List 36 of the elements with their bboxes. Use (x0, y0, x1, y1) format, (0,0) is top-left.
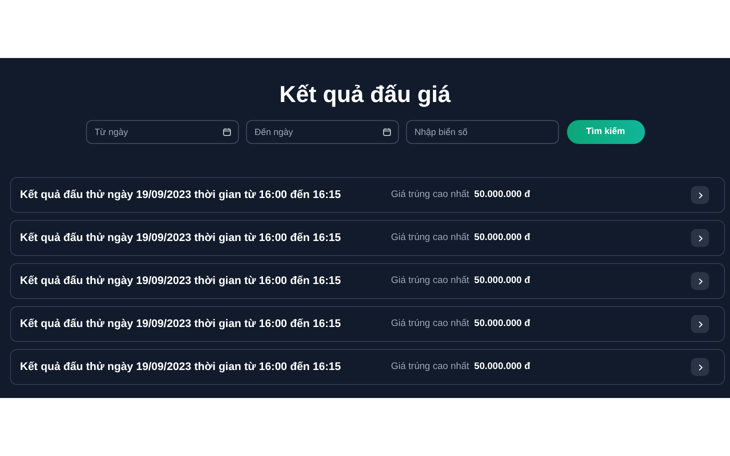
next-button[interactable] (691, 229, 709, 247)
chevron-icon (696, 364, 704, 370)
calendar-icon[interactable] (382, 128, 390, 136)
price-value: 50.000.000 đ (474, 360, 530, 374)
chevron-icon (696, 192, 704, 198)
price-label: Giá trúng cao nhất (391, 188, 470, 202)
price-label: Giá trúng cao nhất (391, 274, 470, 288)
date-field[interactable]: Từ ngày (86, 120, 238, 144)
chevron-icon (696, 320, 704, 328)
next-button[interactable] (691, 358, 709, 376)
result-title: Kết quả đấu thử ngày 19/09/2023 thời gian từ 16:00 đến 16:15 (20, 316, 342, 332)
plate-field[interactable]: Nhập biển số (406, 120, 558, 144)
price-value: 50.000.000 đ (474, 274, 530, 288)
result-row[interactable]: Kết quả đấu thử ngày 19/09/2023 thời gian từ 16:00 đến 16:15 Giá trúng cao nhất 50.000.000 đ (10, 306, 725, 342)
next-button[interactable] (691, 315, 709, 333)
result-row[interactable]: Kết quả đấu thử ngày 19/09/2023 thời gian từ 16:00 đến 16:15 Giá trúng cao nhất 50.000.000 đ (10, 263, 725, 299)
result-title: Kết quả đấu thử ngày 19/09/2023 thời gian từ 16:00 đến 16:15 (20, 274, 342, 289)
chevron-icon (696, 234, 704, 242)
chevron-icon (696, 278, 704, 284)
price-value: 50.000.000 đ (474, 230, 530, 245)
result-title: Kết quả đấu thử ngày 19/09/2023 thời gian từ 16:00 đến 16:15 (20, 360, 342, 375)
result-row[interactable]: Kết quả đấu thử ngày 19/09/2023 thời gian từ 16:00 đến 16:15 Giá trúng cao nhất 50.000.000 đ (10, 349, 725, 385)
result-row[interactable]: Kết quả đấu thử ngày 19/09/2023 thời gian từ 16:00 đến 16:15 Giá trúng cao nhất 50.000.000 đ (10, 177, 725, 213)
price-value: 50.000.000 đ (474, 188, 530, 202)
next-button[interactable] (691, 272, 709, 290)
price-label: Giá trúng cao nhất (391, 316, 470, 331)
price-label: Giá trúng cao nhất (391, 360, 470, 374)
price-label: Giá trúng cao nhất (391, 230, 470, 245)
calendar-icon[interactable] (222, 128, 230, 136)
price-value: 50.000.000 đ (474, 316, 530, 331)
result-row[interactable]: Kết quả đấu thử ngày 19/09/2023 thời gian từ 16:00 đến 16:15 Giá trúng cao nhất 50.000.000 đ (10, 220, 725, 256)
result-title: Kết quả đấu thử ngày 19/09/2023 thời gian từ 16:00 đến 16:15 (20, 188, 342, 203)
page-title: Kết quả đấu giá (278, 80, 452, 109)
result-title: Kết quả đấu thử ngày 19/09/2023 thời gian từ 16:00 đến 16:15 (20, 230, 342, 246)
next-button[interactable] (691, 186, 709, 204)
date-field[interactable]: Đến ngày (246, 120, 398, 144)
